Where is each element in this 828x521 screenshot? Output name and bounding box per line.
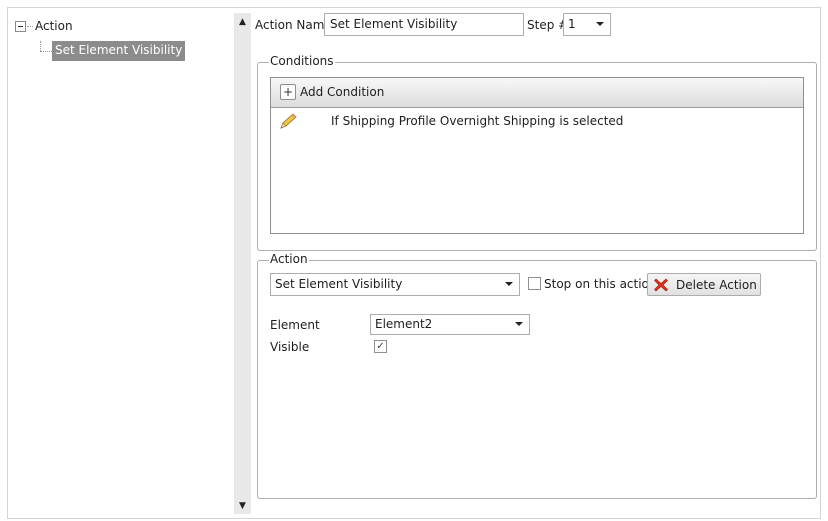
vertical-scrollbar[interactable]: ▲ ▼ [234,13,251,514]
element-value: Element2 [375,317,433,331]
tree-connector [40,41,41,51]
scroll-down-icon[interactable]: ▼ [234,497,251,514]
action-type-value: Set Element Visibility [275,277,403,291]
element-select[interactable]: Element2 [370,314,530,335]
chevron-down-icon [515,322,523,326]
condition-text: If Shipping Profile Overnight Shipping i… [331,114,624,128]
tree-item-action[interactable]: Action [35,19,73,34]
delete-x-icon [654,278,668,291]
tree-connector [40,51,52,52]
tree-connector [27,26,33,27]
add-condition-label: Add Condition [300,85,385,99]
pencil-icon[interactable] [278,112,298,130]
visible-label: Visible [270,340,310,354]
conditions-group-title: Conditions [269,54,335,69]
tree-item-set-element-visibility[interactable]: Set Element Visibility [52,41,186,61]
scroll-up-icon[interactable]: ▲ [234,13,251,30]
collapse-icon[interactable] [15,21,26,32]
chevron-down-icon [505,282,513,286]
stop-on-action-label[interactable]: Stop on this action [544,277,657,292]
conditions-toolbar: + Add Condition [271,78,803,108]
add-condition-button[interactable]: + Add Condition [280,82,384,102]
list-item[interactable]: If Shipping Profile Overnight Shipping i… [271,108,803,134]
element-label: Element [270,318,320,332]
step-value: 1 [568,17,576,31]
delete-action-button[interactable]: Delete Action [647,273,761,296]
visible-checkbox[interactable]: ✓ [374,340,387,353]
action-group-title: Action [269,252,309,267]
chevron-down-icon [596,22,604,26]
delete-action-label: Delete Action [676,277,757,292]
action-name-label: Action Name [255,18,332,32]
conditions-list: + Add Condition If Shipping Profile Over… [270,77,804,234]
action-type-select[interactable]: Set Element Visibility [270,273,520,296]
step-select[interactable]: 1 [563,13,611,36]
plus-icon: + [280,84,296,100]
stop-on-action-checkbox[interactable] [528,277,541,290]
action-name-input[interactable]: Set Element Visibility [324,13,524,36]
